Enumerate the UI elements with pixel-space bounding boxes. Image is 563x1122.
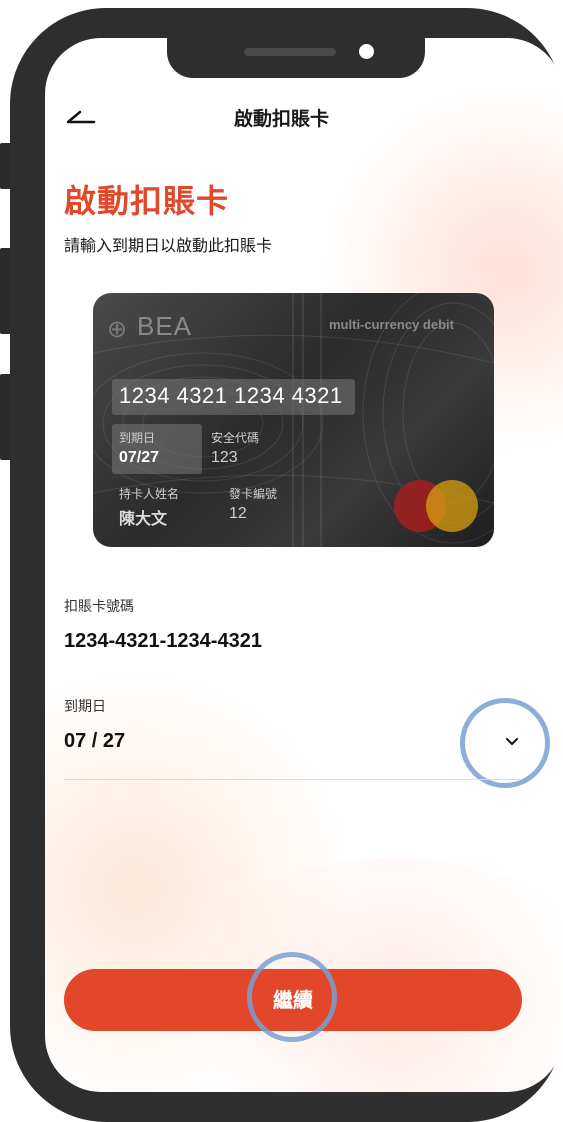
speaker (244, 48, 336, 56)
card-holder-value: 陳大文 (119, 511, 168, 528)
expiry-field-label: 到期日 (64, 699, 106, 715)
card-brand: BEA (137, 311, 193, 341)
card-cvv-value: 123 (211, 449, 238, 466)
card-number-field-value: 1234-4321-1234-4321 (64, 630, 262, 652)
debit-card: ⊕ BEA multi-currency debit 1234 4321 123… (93, 293, 494, 547)
card-expiry-value: 07/27 (119, 449, 160, 466)
card-type: multi-currency debit (329, 317, 454, 332)
expiry-field-value[interactable]: 07 / 27 (64, 730, 125, 753)
card-issue-value: 12 (229, 505, 247, 522)
bea-logo-icon: ⊕ (107, 315, 128, 343)
card-expiry-label: 到期日 (119, 431, 156, 445)
card-number-field-label: 扣賬卡號碼 (64, 599, 134, 615)
card-issue-label: 發卡編號 (229, 487, 278, 501)
page-subtitle: 請輸入到期日以啟動此扣賬卡 (64, 236, 273, 255)
highlight-ring-continue (247, 952, 337, 1042)
phone-notch (167, 8, 425, 78)
card-holder-label: 持卡人姓名 (119, 487, 180, 501)
camera (359, 44, 374, 59)
highlight-ring-dropdown (460, 698, 550, 788)
card-cvv-label: 安全代碼 (211, 431, 260, 445)
nav-title: 啟動扣賬卡 (233, 108, 329, 130)
expiry-divider (64, 779, 522, 780)
page-title: 啟動扣賬卡 (64, 182, 230, 220)
card-number: 1234 4321 1234 4321 (119, 383, 343, 408)
